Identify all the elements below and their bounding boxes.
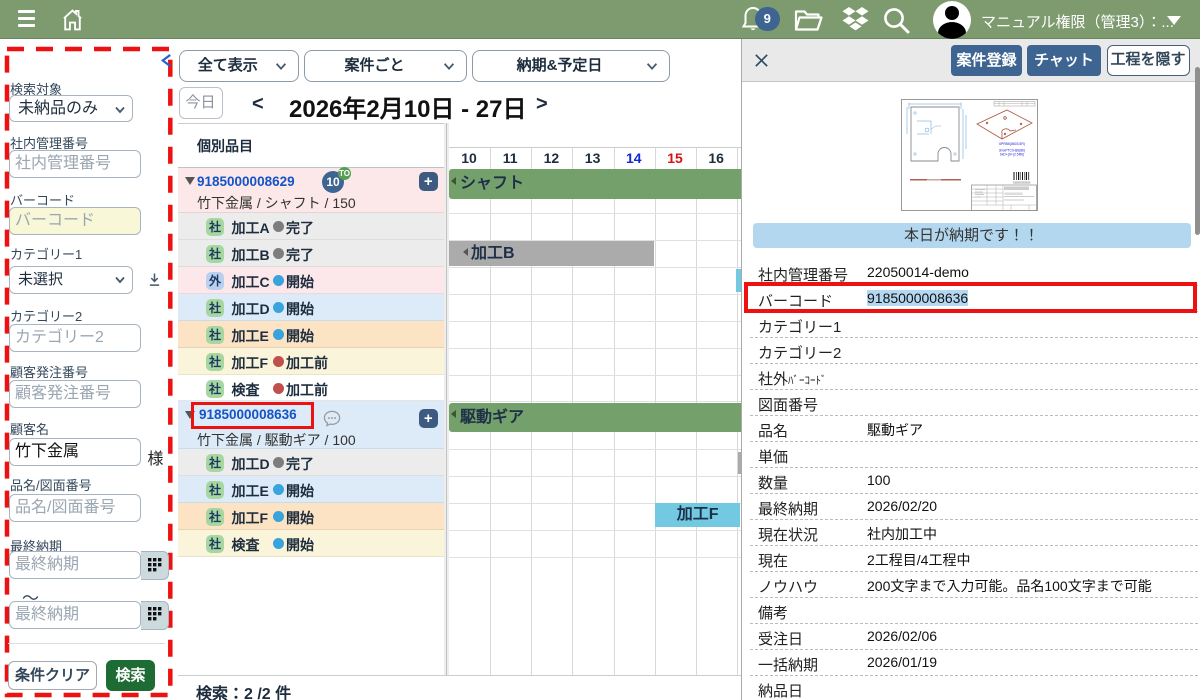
svg-text:9185000008636: 9185000008636 <box>1013 182 1031 185</box>
svg-text:6PRB6(8603.5R): 6PRB6(8603.5R) <box>999 142 1025 146</box>
svg-text:9xD+(9+(2.5R6): 9xD+(9+(2.5R6) <box>1000 153 1024 157</box>
